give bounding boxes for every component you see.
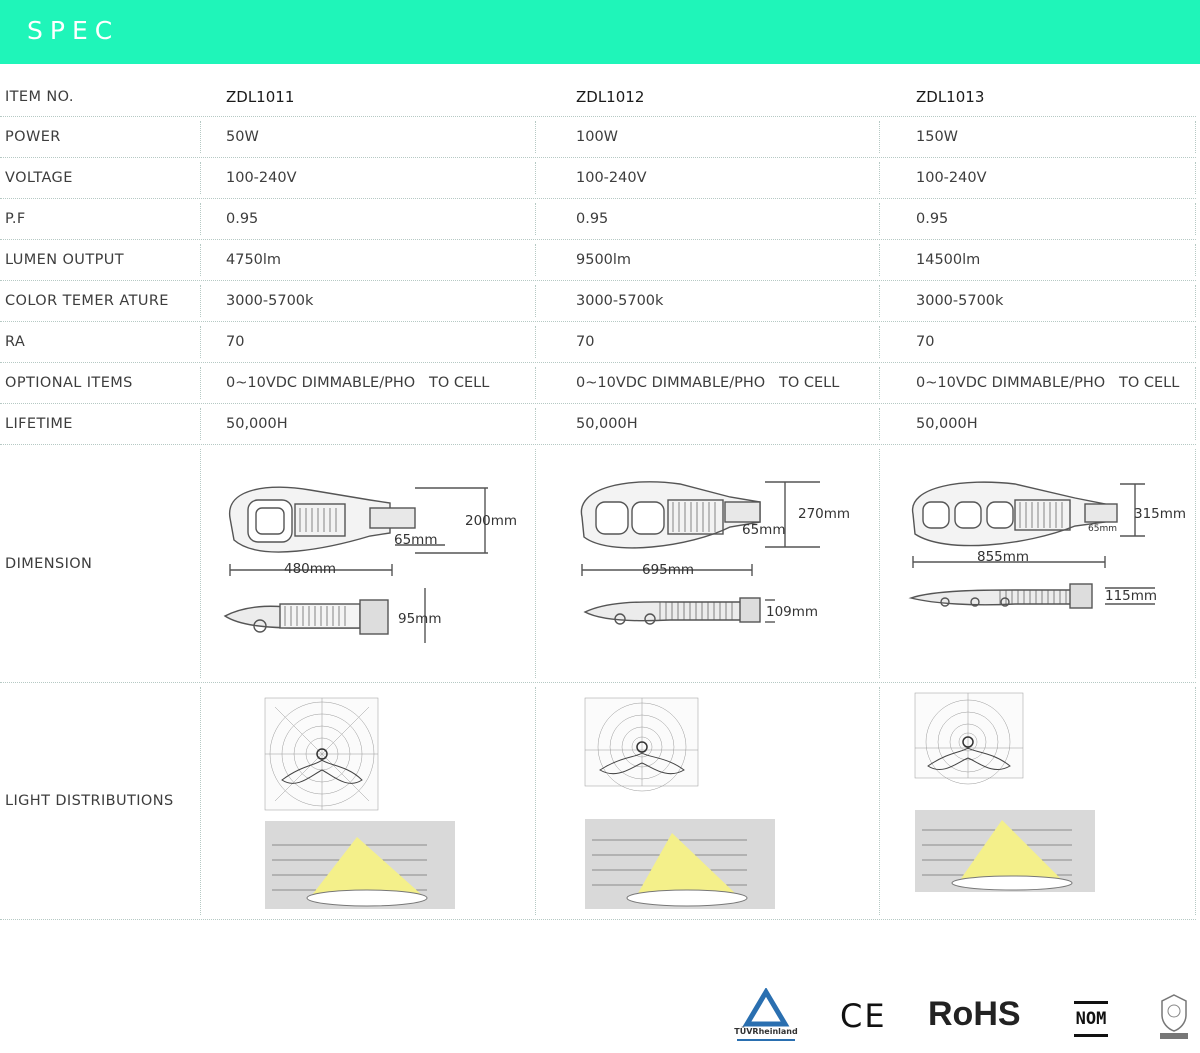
length-label: 480mm — [284, 561, 336, 577]
height-label: 315mm — [1134, 506, 1186, 522]
length-label: 695mm — [642, 562, 694, 578]
svg-text:TÜVRheinland: TÜVRheinland — [734, 1026, 798, 1036]
row-label: COLOR TEMER ATURE — [5, 293, 169, 309]
row-value: 50,000H — [576, 416, 638, 432]
row-value: 4750lm — [226, 252, 282, 268]
row-value: 50,000H — [916, 416, 978, 432]
page-title: SPEC — [27, 16, 120, 45]
row-value: 9500lm — [576, 252, 632, 268]
dimension-drawing-zdl1011: 200mm 65mm 480mm 95mm — [223, 486, 517, 643]
header-bar: SPEC — [0, 0, 1200, 64]
row-value: 0.95 — [916, 211, 949, 227]
dimension-drawing-zdl1013: 315mm 65mm 855mm 115mm — [908, 481, 1186, 609]
row-value: 3000-5700k — [226, 293, 314, 309]
row-value: 50W — [226, 129, 259, 145]
dimension-drawing-zdl1012: 270mm 65mm 695mm 109mm — [580, 481, 850, 625]
row-value: 0~10VDC DIMMABLE/PHO TO CELL — [226, 375, 490, 391]
row-value: 3000-5700k — [576, 293, 664, 309]
row-value: 100-240V — [226, 170, 297, 186]
row-label: VOLTAGE — [5, 170, 73, 186]
table-row: VOLTAGE 100-240V 100-240V 100-240V — [0, 158, 1196, 199]
row-value: 50,000H — [226, 416, 288, 432]
arm-label: 65mm — [742, 522, 785, 538]
row-value: 100-240V — [916, 170, 987, 186]
height-label: 200mm — [465, 513, 517, 529]
light-distribution-zdl1012 — [584, 697, 775, 909]
row-label: OPTIONAL ITEMS — [5, 375, 133, 391]
row-value: 0~10VDC DIMMABLE/PHO TO CELL — [576, 375, 840, 391]
model-zdl1012: ZDL1012 — [576, 88, 645, 106]
light-distribution-zdl1011 — [264, 697, 455, 909]
dimension-label: DIMENSION — [5, 555, 93, 572]
item-no-label: ITEM NO. — [5, 89, 74, 105]
row-value: 0.95 — [576, 211, 609, 227]
row-label: RA — [5, 334, 26, 350]
table-row: P.F 0.95 0.95 0.95 — [0, 199, 1196, 240]
arm-label: 65mm — [394, 532, 437, 548]
table-row: LUMEN OUTPUT 4750lm 9500lm 14500lm — [0, 240, 1196, 281]
row-value: 0~10VDC DIMMABLE/PHO TO CELL — [916, 375, 1180, 391]
row-value: 150W — [916, 129, 959, 145]
table-row: OPTIONAL ITEMS 0~10VDC DIMMABLE/PHO TO C… — [0, 363, 1196, 404]
light-distribution-label: LIGHT DISTRIBUTIONS — [5, 793, 174, 809]
table-header-row: ITEM NO. ZDL1011 ZDL1012 ZDL1013 — [0, 78, 1196, 117]
light-distribution-zdl1013 — [914, 692, 1095, 892]
certification-logos: TÜVRheinland CE RoHS NOM — [730, 985, 1200, 1045]
table-row: COLOR TEMER ATURE 3000-5700k 3000-5700k … — [0, 281, 1196, 322]
row-label: P.F — [5, 211, 26, 227]
model-zdl1011: ZDL1011 — [226, 88, 295, 106]
row-label: LUMEN OUTPUT — [5, 252, 124, 268]
nom-logo-icon: NOM — [1074, 1001, 1108, 1037]
thickness-label: 95mm — [398, 611, 441, 627]
rohs-logo-icon: RoHS — [928, 995, 1021, 1033]
model-zdl1013: ZDL1013 — [916, 88, 985, 106]
table-row: LIFETIME 50,000H 50,000H 50,000H — [0, 404, 1196, 445]
row-value: 70 — [916, 334, 935, 350]
row-value: 100W — [576, 129, 619, 145]
row-value: 70 — [576, 334, 595, 350]
row-label: POWER — [5, 129, 61, 145]
tuv-rheinland-logo-icon: TÜVRheinland — [734, 988, 798, 1041]
row-value: 3000-5700k — [916, 293, 1004, 309]
thickness-label: 109mm — [766, 604, 818, 620]
table-row: RA 70 70 70 — [0, 322, 1196, 363]
row-value: 14500lm — [916, 252, 981, 268]
row-value: 70 — [226, 334, 245, 350]
length-label: 855mm — [977, 549, 1029, 565]
bureau-veritas-logo-icon — [1160, 994, 1188, 1039]
thickness-label: 115mm — [1105, 588, 1157, 604]
ce-mark-icon: CE — [840, 997, 887, 1035]
arm-label: 65mm — [1088, 524, 1117, 534]
height-label: 270mm — [798, 506, 850, 522]
table-row: POWER 50W 100W 150W — [0, 117, 1196, 158]
row-value: 0.95 — [226, 211, 259, 227]
row-label: LIFETIME — [5, 416, 73, 432]
row-value: 100-240V — [576, 170, 647, 186]
